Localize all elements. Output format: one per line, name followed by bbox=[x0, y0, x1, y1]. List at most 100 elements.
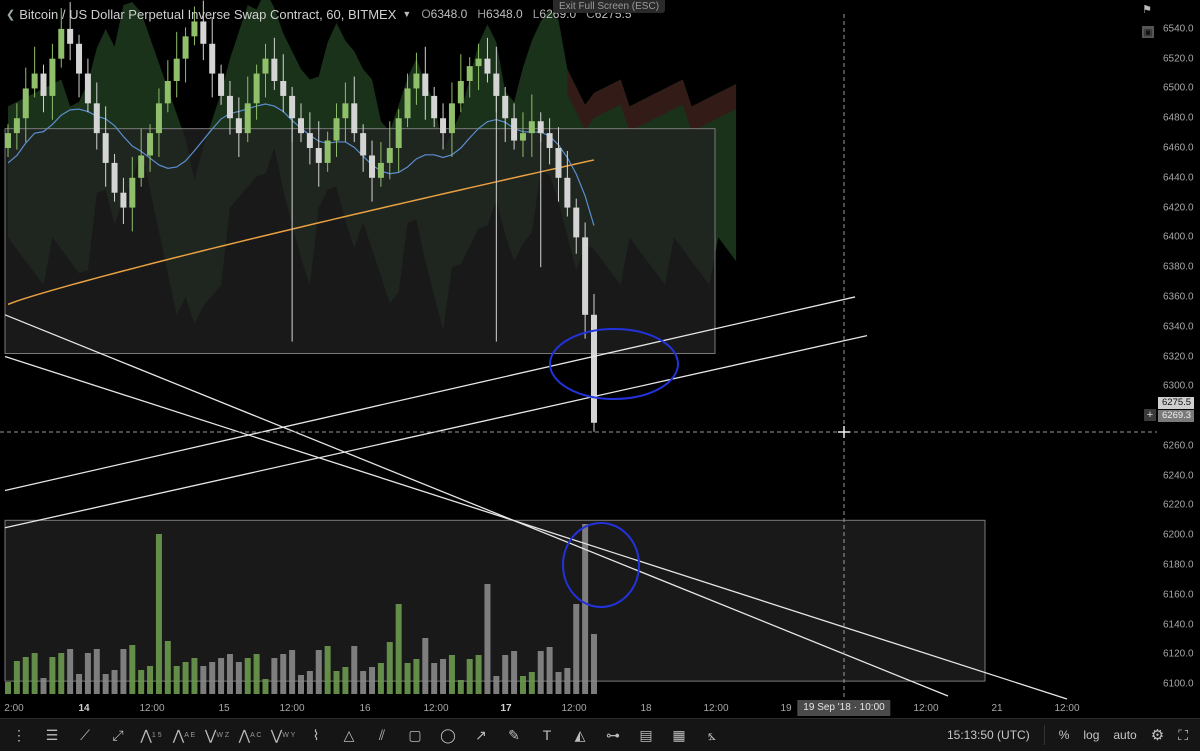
volume-bar bbox=[253, 654, 260, 694]
gann-icon[interactable]: ▦ bbox=[665, 722, 693, 748]
price-tick-label: 6120.0 bbox=[1163, 648, 1194, 660]
rectangle-icon[interactable]: ▢ bbox=[401, 722, 429, 748]
price-tick-label: 6180.0 bbox=[1163, 559, 1194, 571]
time-tick-label: 2:00 bbox=[4, 703, 24, 714]
volume-bar bbox=[164, 641, 171, 694]
volume-bar bbox=[5, 682, 11, 694]
volume-bar bbox=[333, 671, 340, 694]
ray-icon[interactable]: ⤢ bbox=[104, 722, 132, 748]
clock-readout: 15:13:50 (UTC) bbox=[946, 728, 1030, 742]
add-alert-plus-icon[interactable]: + bbox=[1144, 409, 1156, 421]
time-tick-label: 17 bbox=[500, 703, 512, 714]
pattern-icon[interactable]: ⋀ A C bbox=[236, 722, 264, 748]
pattern-icon[interactable]: ⋀ 1 5 bbox=[137, 722, 165, 748]
channel-icon[interactable]: ⫽ bbox=[368, 722, 396, 748]
fib-fan-icon[interactable]: ⦩ bbox=[698, 722, 726, 748]
time-tick-label: 21 bbox=[991, 703, 1003, 714]
settings-small-icon[interactable]: ▣ bbox=[1142, 26, 1154, 38]
pattern-icon[interactable]: ⋁ W Y bbox=[269, 722, 297, 748]
ohlc-number: 6348.0 bbox=[486, 7, 523, 21]
time-tick-label: 19 bbox=[780, 703, 792, 714]
price-tick-label: 6520.0 bbox=[1163, 53, 1194, 65]
pattern-icon[interactable]: ⋀ A E bbox=[170, 722, 198, 748]
volume-bar bbox=[315, 650, 322, 694]
expand-icon[interactable]: ⛶ bbox=[1178, 727, 1188, 744]
candle-body bbox=[413, 73, 420, 89]
volume-bar bbox=[448, 655, 455, 694]
polyline-icon[interactable]: ⌇ bbox=[302, 722, 330, 748]
candle-body bbox=[431, 95, 438, 119]
volume-bar bbox=[546, 647, 553, 694]
triangle-icon[interactable]: △ bbox=[335, 722, 363, 748]
volume-bar bbox=[235, 662, 242, 694]
candle-body bbox=[209, 43, 216, 74]
candle-body bbox=[422, 73, 429, 96]
arrow-icon[interactable]: ↗ bbox=[467, 722, 495, 748]
time-tick-label: 12:00 bbox=[913, 703, 939, 714]
volume-bar bbox=[129, 645, 136, 694]
candle-body bbox=[200, 21, 207, 44]
price-tick-label: 6240.0 bbox=[1163, 470, 1194, 482]
candle-body bbox=[466, 66, 473, 82]
candle-body bbox=[67, 28, 74, 44]
exit-fullscreen-button[interactable]: Exit Full Screen (ESC) bbox=[553, 0, 666, 13]
cursor-tool-icon[interactable]: ⋮ bbox=[5, 722, 33, 748]
candle-body bbox=[351, 103, 358, 134]
volume-bar bbox=[519, 676, 526, 694]
volume-bar bbox=[395, 604, 402, 694]
price-tick-label: 6320.0 bbox=[1163, 351, 1194, 362]
time-tick-label: 12:00 bbox=[423, 703, 449, 714]
trendline-icon[interactable]: ⟋ bbox=[71, 722, 99, 748]
volume-bar bbox=[457, 680, 464, 694]
ellipse-icon[interactable]: ◯ bbox=[434, 722, 462, 748]
pattern-icon[interactable]: ⋁ W Z bbox=[203, 722, 231, 748]
ohlc-key: H bbox=[477, 7, 487, 21]
candle-body bbox=[235, 118, 242, 134]
candle-body bbox=[395, 118, 402, 149]
price-tick-label: 6400.0 bbox=[1163, 231, 1194, 243]
caret-down-icon[interactable]: ▼ bbox=[402, 9, 411, 19]
brush-icon[interactable]: ✎ bbox=[500, 722, 528, 748]
volume-bar bbox=[440, 659, 447, 694]
projection-icon[interactable]: ▤ bbox=[632, 722, 660, 748]
volume-bar bbox=[200, 666, 207, 694]
horizontal-lines-icon[interactable]: ☰ bbox=[38, 722, 66, 748]
measure-icon[interactable]: ⊶ bbox=[599, 722, 627, 748]
volume-bar bbox=[22, 657, 29, 694]
volume-bar bbox=[218, 658, 225, 694]
candle-body bbox=[502, 95, 509, 119]
ohlc-value: O6348.0 bbox=[421, 7, 467, 21]
text-icon[interactable]: T bbox=[533, 722, 561, 748]
chevron-left-icon[interactable]: ❮ bbox=[6, 8, 15, 21]
time-tick-label: 15 bbox=[218, 703, 230, 714]
volume-bar bbox=[226, 654, 233, 694]
symbol-title[interactable]: Bitcoin / US Dollar Perpetual Inverse Sw… bbox=[19, 7, 396, 22]
log-toggle[interactable]: log bbox=[1083, 728, 1099, 742]
time-tick-label: 16 bbox=[359, 703, 371, 714]
auto-toggle[interactable]: auto bbox=[1113, 728, 1136, 742]
time-axis[interactable]: 2:00 14 12:00 15 12:00 16 12:00 17 12:00 18 12:00 1… bbox=[0, 699, 1157, 718]
price-tick-label: 6480.0 bbox=[1163, 112, 1194, 124]
candle-body bbox=[546, 133, 553, 149]
price-tick-label: 6460.0 bbox=[1163, 142, 1194, 154]
flag-icon[interactable]: ⚑ bbox=[1140, 3, 1154, 16]
candle-body bbox=[404, 88, 411, 119]
time-tick-label: 12:00 bbox=[561, 703, 587, 714]
candle-body bbox=[84, 73, 91, 104]
volume-bar bbox=[31, 653, 38, 694]
gear-icon[interactable]: ⚙ bbox=[1151, 726, 1164, 744]
volume-bar bbox=[369, 667, 376, 694]
percent-toggle[interactable]: % bbox=[1059, 728, 1070, 742]
symbol-header: ❮ Bitcoin / US Dollar Perpetual Inverse … bbox=[6, 4, 632, 24]
chart-canvas[interactable] bbox=[0, 0, 1200, 750]
volume-bar bbox=[298, 675, 304, 694]
volume-bar bbox=[404, 663, 411, 694]
candle-body bbox=[111, 162, 118, 193]
volume-bar bbox=[306, 671, 313, 694]
trading-chart-app: ❮ Bitcoin / US Dollar Perpetual Inverse … bbox=[0, 0, 1200, 751]
price-axis[interactable]: 6540.0 6520.0 6500.0 6480.0 6460.0 6440.0 6420… bbox=[1157, 0, 1200, 718]
candle-body bbox=[173, 58, 180, 82]
volume-bar bbox=[138, 670, 145, 694]
candle-body bbox=[102, 133, 109, 163]
fill-icon[interactable]: ◭ bbox=[566, 722, 594, 748]
